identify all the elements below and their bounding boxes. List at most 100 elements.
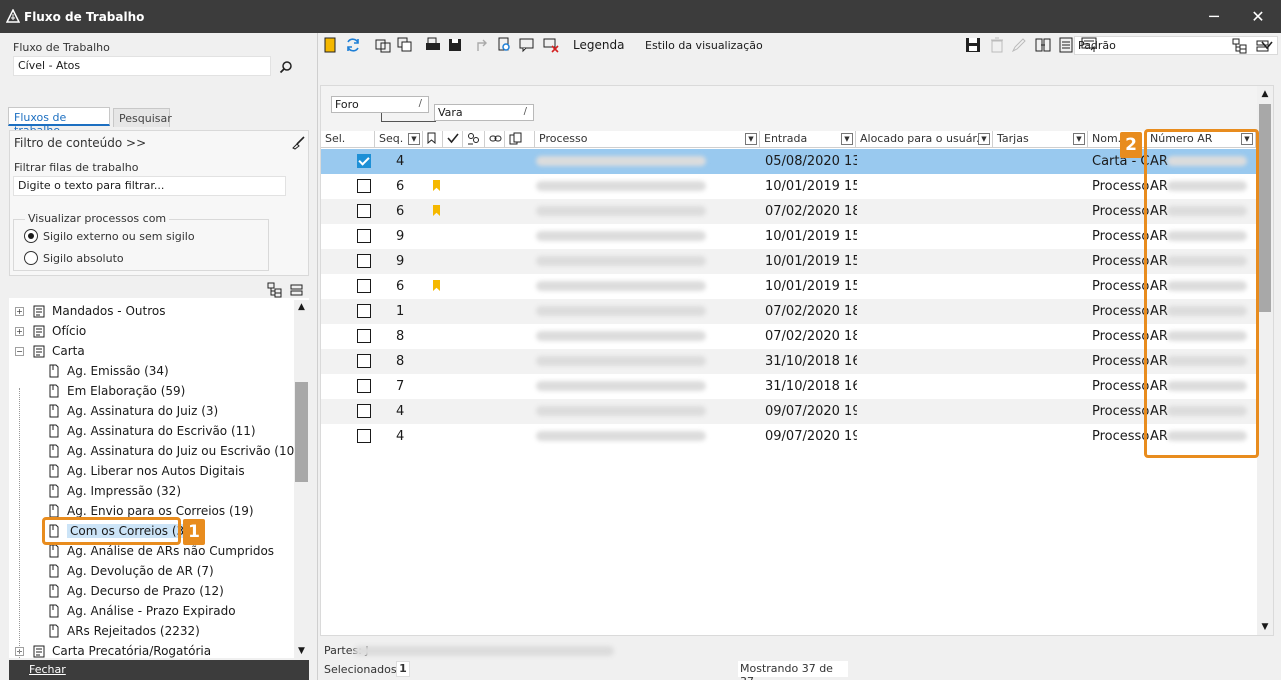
close-button[interactable]: Fechar xyxy=(9,660,309,680)
brush-icon[interactable] xyxy=(290,135,306,151)
copy-icon[interactable] xyxy=(396,36,414,54)
cell-nome: Processo xyxy=(1092,429,1149,444)
grid-collapse-icon[interactable] xyxy=(1254,37,1272,55)
row-checkbox[interactable] xyxy=(357,279,371,293)
queue-filter-input[interactable]: Digite o texto para filtrar... xyxy=(13,176,286,196)
col-sel[interactable]: Sel. xyxy=(321,131,375,148)
col-bookmark[interactable] xyxy=(423,131,443,148)
row-checkbox[interactable] xyxy=(357,404,371,418)
save-view-icon[interactable] xyxy=(964,36,982,54)
row-checkbox[interactable] xyxy=(357,229,371,243)
filter-dropdown-icon[interactable]: ▼ xyxy=(408,133,420,145)
tree-item[interactable]: − Carta xyxy=(15,341,85,361)
tree-scroll-thumb[interactable] xyxy=(295,382,308,482)
table-row[interactable]: 409/07/2020 19:2ProcessoAR xyxy=(321,399,1258,424)
remove-mark-icon[interactable] xyxy=(542,36,560,54)
expand-all-icon[interactable] xyxy=(267,282,283,298)
table-row[interactable]: 831/10/2018 16:1ProcessoAR xyxy=(321,349,1258,374)
grid-scrollbar[interactable]: ▲ ▼ xyxy=(1257,86,1273,635)
tree-item[interactable]: Ag. Decurso de Prazo (12) xyxy=(47,581,224,601)
close-window-button[interactable]: ✕ xyxy=(1240,0,1276,33)
minimize-button[interactable]: ─ xyxy=(1196,0,1232,33)
row-checkbox[interactable] xyxy=(357,304,371,318)
search-doc-icon[interactable] xyxy=(496,36,514,54)
collapse-all-icon[interactable] xyxy=(290,283,304,297)
tree-item[interactable]: Ag. Assinatura do Juiz (3) xyxy=(47,401,218,421)
workflow-field[interactable]: Cível - Atos xyxy=(13,56,271,76)
radio-sigilo-externo[interactable] xyxy=(24,229,38,243)
table-row[interactable]: 610/01/2019 15:0ProcessoAR xyxy=(321,274,1258,299)
col-tarjas[interactable]: Tarjas ▼ xyxy=(993,131,1088,148)
tree-view-icon[interactable] xyxy=(1231,37,1249,55)
workflow-search-button[interactable] xyxy=(275,56,297,78)
row-checkbox[interactable] xyxy=(357,154,371,168)
expand-icon[interactable]: + xyxy=(15,326,24,336)
table-row[interactable]: 107/02/2020 18:2ProcessoAR xyxy=(321,299,1258,324)
tree-item[interactable]: Ag. Assinatura do Escrivão (11) xyxy=(47,421,256,441)
row-checkbox[interactable] xyxy=(357,354,371,368)
filter-dropdown-icon[interactable]: ▼ xyxy=(745,133,757,145)
filter-dropdown-icon[interactable]: ▼ xyxy=(1073,133,1085,145)
tree-item[interactable]: Ag. Impressão (32) xyxy=(47,481,181,501)
col-processo[interactable]: Processo ▼ xyxy=(535,131,760,148)
expand-icon[interactable]: + xyxy=(15,306,24,316)
col-check[interactable] xyxy=(443,131,463,148)
row-checkbox[interactable] xyxy=(357,254,371,268)
tree-item[interactable]: Ag. Análise - Prazo Expirado xyxy=(47,601,236,621)
group-vara[interactable]: Vara / xyxy=(434,104,534,121)
tree-item[interactable]: + Mandados - Outros xyxy=(15,301,165,321)
tree-scrollbar[interactable]: ▲ ▼ xyxy=(294,300,309,658)
filter-dropdown-icon[interactable]: ▼ xyxy=(978,133,990,145)
group-foro[interactable]: Foro / xyxy=(331,96,429,113)
filter-dropdown-icon[interactable]: ▼ xyxy=(841,133,853,145)
move-icon[interactable] xyxy=(374,36,392,54)
export-icon[interactable] xyxy=(1080,36,1098,54)
collapse-icon[interactable]: − xyxy=(15,346,24,356)
content-filter-link[interactable]: Filtro de conteúdo >> xyxy=(14,136,146,150)
table-row[interactable]: 807/02/2020 18:2ProcessoAR xyxy=(321,324,1258,349)
col-alocado[interactable]: Alocado para o usuár... ▼ xyxy=(856,131,993,148)
queue-doc-icon xyxy=(47,564,61,578)
row-checkbox[interactable] xyxy=(357,329,371,343)
save-doc-icon[interactable] xyxy=(446,36,464,54)
radio-sigilo-absoluto[interactable] xyxy=(24,251,38,265)
refresh-icon[interactable] xyxy=(344,36,362,54)
cell-processo-redacted xyxy=(536,356,706,366)
col-entrada[interactable]: Entrada ▼ xyxy=(760,131,856,148)
compare-icon[interactable] xyxy=(1034,36,1052,54)
tree-item[interactable]: Ag. Liberar nos Autos Digitais xyxy=(47,461,245,481)
table-row[interactable]: 731/10/2018 16:1ProcessoAR xyxy=(321,374,1258,399)
row-checkbox[interactable] xyxy=(357,204,371,218)
forward-icon[interactable] xyxy=(474,36,492,54)
tree-item[interactable]: Em Elaboração (59) xyxy=(47,381,185,401)
tab-fluxos[interactable]: Fluxos de trabalho xyxy=(8,107,110,137)
print-icon[interactable] xyxy=(424,36,442,54)
legend-button[interactable]: Legenda xyxy=(573,38,624,52)
col-link[interactable] xyxy=(485,131,505,148)
table-row[interactable]: 409/07/2020 19:2ProcessoAR xyxy=(321,424,1258,449)
comment-icon[interactable] xyxy=(518,36,536,54)
col-copies[interactable] xyxy=(505,131,535,148)
delete-view-icon[interactable] xyxy=(988,36,1006,54)
list-icon[interactable] xyxy=(1057,36,1075,54)
row-checkbox[interactable] xyxy=(357,179,371,193)
new-icon[interactable] xyxy=(322,36,340,54)
edit-view-icon[interactable] xyxy=(1010,36,1028,54)
table-row[interactable]: 910/01/2019 15:0ProcessoAR xyxy=(321,224,1258,249)
tree-item[interactable]: + Ofício xyxy=(15,321,86,341)
tree-item[interactable]: Ag. Devolução de AR (7) xyxy=(47,561,214,581)
tree-item[interactable]: ARs Rejeitados (2232) xyxy=(47,621,200,641)
tree-item[interactable]: + Carta Precatória/Rogatória xyxy=(15,641,211,658)
table-row[interactable]: 405/08/2020 13:1Carta - CAR xyxy=(321,149,1258,174)
table-row[interactable]: 910/01/2019 15:0ProcessoAR xyxy=(321,249,1258,274)
grid-scroll-thumb[interactable] xyxy=(1259,104,1271,312)
table-row[interactable]: 607/02/2020 18:2ProcessoAR xyxy=(321,199,1258,224)
tab-pesquisar[interactable]: Pesquisar xyxy=(113,108,172,127)
row-checkbox[interactable] xyxy=(357,429,371,443)
table-row[interactable]: 610/01/2019 15:0ProcessoAR xyxy=(321,174,1258,199)
col-users[interactable] xyxy=(463,131,485,148)
tree-item[interactable]: Ag. Assinatura do Juiz ou Escrivão (10) xyxy=(47,441,299,461)
tree-item[interactable]: Ag. Emissão (34) xyxy=(47,361,169,381)
col-seq[interactable]: Seq. ▼ xyxy=(375,131,423,148)
row-checkbox[interactable] xyxy=(357,379,371,393)
